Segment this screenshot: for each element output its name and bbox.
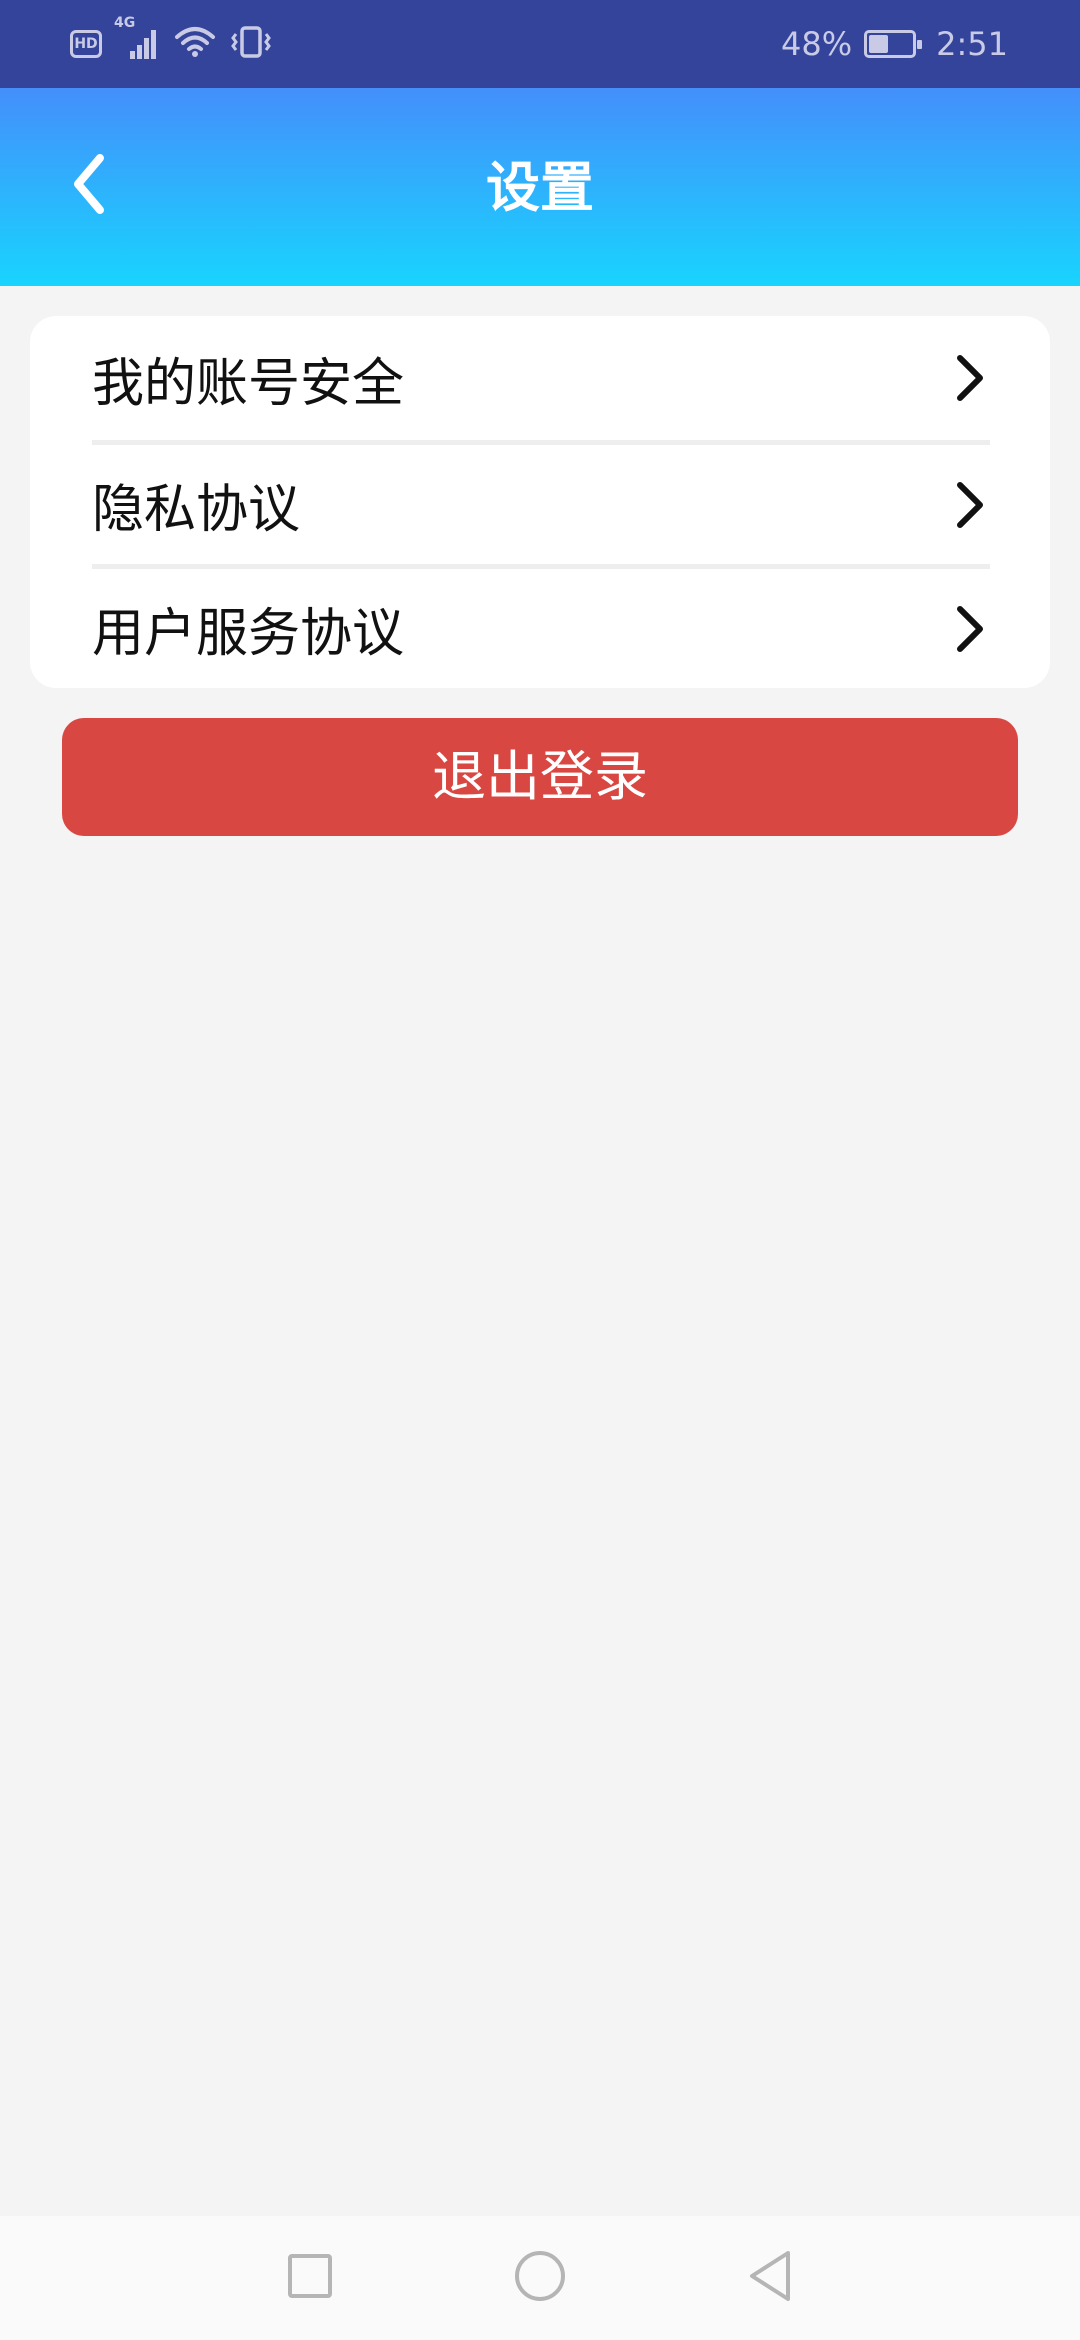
app-header: 设置 [0,88,1080,286]
settings-list: 我的账号安全 隐私协议 用户服务协议 [30,316,1050,688]
clock-time: 2:51 [936,25,1008,63]
settings-item-label: 隐私协议 [92,480,301,540]
settings-item-user-agreement[interactable]: 用户服务协议 [92,564,990,688]
chevron-right-icon [950,350,990,406]
battery-percent: 48% [781,25,853,63]
square-icon [286,2252,334,2304]
recent-apps-button[interactable] [280,2248,340,2308]
battery-level-fill [869,35,889,53]
battery-icon [864,30,923,58]
cellular-signal-icon: 4G [114,15,160,61]
system-back-button[interactable] [740,2248,800,2308]
status-right: 48% 2:51 [781,25,1008,63]
settings-item-label: 用户服务协议 [92,604,405,664]
settings-item-label: 我的账号安全 [92,353,405,414]
hd-badge: HD [70,30,102,58]
triangle-back-icon [746,2249,794,2307]
chevron-right-icon [950,601,990,657]
status-indicators: HD 4G [70,15,272,63]
network-type-label: 4G [114,15,136,31]
status-bar: HD 4G 48% 2:51 [0,0,1080,88]
page-title: 设置 [486,156,594,219]
chevron-right-icon [950,477,990,533]
home-button[interactable] [510,2248,570,2308]
circle-icon [513,2249,567,2307]
settings-item-account-security[interactable]: 我的账号安全 [92,316,990,440]
settings-item-privacy-policy[interactable]: 隐私协议 [92,440,990,564]
vibrate-icon [230,25,272,63]
logout-button[interactable]: 退出登录 [62,718,1018,836]
system-nav-bar [0,2216,1080,2340]
wifi-icon [174,25,216,63]
